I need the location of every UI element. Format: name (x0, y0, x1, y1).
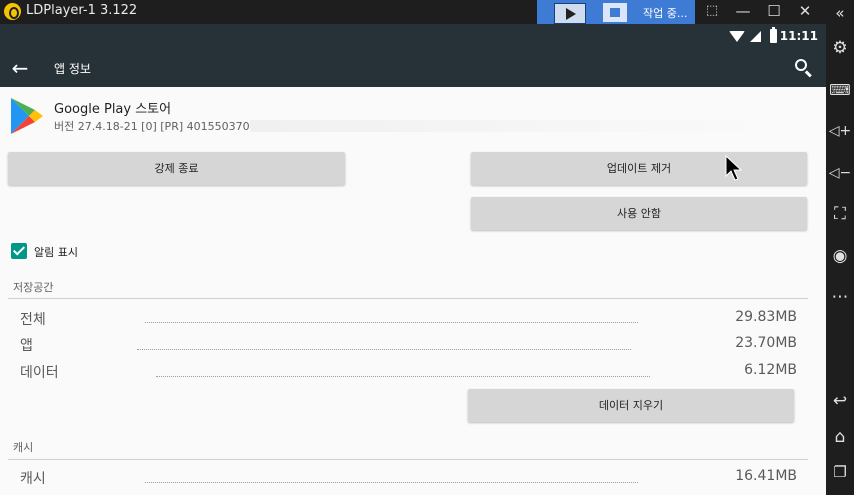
divider (8, 298, 808, 299)
maximize-icon[interactable]: ☐ (759, 0, 789, 24)
status-clock: 11:11 (779, 29, 818, 43)
force-stop-button[interactable]: 강제 종료 (8, 152, 345, 185)
dotted-leader (145, 322, 638, 323)
clear-data-button[interactable]: 데이터 지우기 (468, 389, 794, 422)
dotted-leader (145, 482, 638, 483)
window-title: LDPlayer-1 3.122 (26, 3, 138, 18)
macro-record-panel: 작업 중... (537, 0, 695, 27)
screenshot-icon[interactable]: ⛶ (826, 200, 854, 228)
settings-gear-icon[interactable]: ⚙ (826, 34, 854, 62)
volume-down-icon[interactable]: ◁− (826, 159, 854, 187)
volume-up-icon[interactable]: ◁+ (826, 117, 854, 145)
cache-label: 캐시 (20, 471, 46, 487)
dotted-leader (156, 376, 650, 377)
signal-icon (750, 31, 761, 42)
wifi-icon (729, 31, 745, 42)
dotted-leader (137, 349, 631, 350)
close-icon[interactable]: ✕ (790, 0, 820, 24)
minimize-icon[interactable]: — (728, 0, 758, 24)
emulator-titlebar: LDPlayer-1 3.122 작업 중... ⬚ — ☐ ✕ (0, 0, 854, 27)
app-name: Google Play 스토어 (54, 102, 172, 117)
play-icon[interactable] (554, 3, 586, 24)
app-info-toolbar: ← 앱 정보 (0, 49, 826, 87)
remove-updates-button[interactable]: 업데이트 제거 (471, 152, 807, 185)
show-notifications-checkbox[interactable] (11, 243, 27, 259)
cache-section-title: 캐시 (13, 441, 34, 454)
disable-button[interactable]: 사용 안함 (471, 197, 807, 230)
page-title: 앱 정보 (54, 62, 91, 76)
ldplayer-logo-icon (4, 3, 21, 20)
cache-value: 16.41MB (735, 468, 797, 484)
more-icon[interactable]: ⋯ (826, 283, 854, 311)
storage-total-label: 전체 (20, 312, 46, 328)
recents-nav-icon[interactable]: ❐ (826, 458, 854, 486)
stop-icon[interactable] (603, 3, 627, 22)
android-screen: 11:11 ← 앱 정보 Google Play 스토어 버전 27.4.18-… (0, 24, 826, 495)
keyboard-icon[interactable]: ⌨ (826, 76, 854, 104)
show-notifications-label: 알림 표시 (34, 246, 78, 259)
app-version: 버전 27.4.18-21 [0] [PR] 401550370 (54, 120, 250, 133)
collapse-sidebar-icon[interactable]: « (826, 0, 854, 27)
battery-icon (770, 27, 777, 43)
sync-icon[interactable]: ⬚ (697, 0, 727, 24)
version-divider (250, 120, 780, 132)
back-arrow-icon[interactable]: ← (6, 54, 34, 82)
home-nav-icon[interactable]: ⌂ (826, 423, 854, 451)
back-nav-icon[interactable]: ↩ (826, 387, 854, 415)
search-icon[interactable] (790, 55, 816, 81)
storage-app-value: 23.70MB (735, 335, 797, 351)
storage-section-title: 저장공간 (13, 281, 54, 294)
divider (8, 459, 808, 460)
google-play-logo-icon (11, 98, 43, 134)
storage-data-label: 데이터 (20, 365, 59, 381)
emulator-sidebar: « ⚙ ⌨ ◁+ ◁− ⛶ ◉ ⋯ ↩ ⌂ ❐ (826, 0, 854, 495)
storage-app-label: 앱 (20, 338, 33, 354)
storage-total-value: 29.83MB (735, 309, 797, 325)
recording-status: 작업 중... (643, 7, 688, 20)
record-icon[interactable]: ◉ (826, 242, 854, 270)
storage-data-value: 6.12MB (744, 362, 797, 378)
android-statusbar: 11:11 (0, 24, 826, 49)
mouse-cursor-icon (725, 155, 743, 181)
